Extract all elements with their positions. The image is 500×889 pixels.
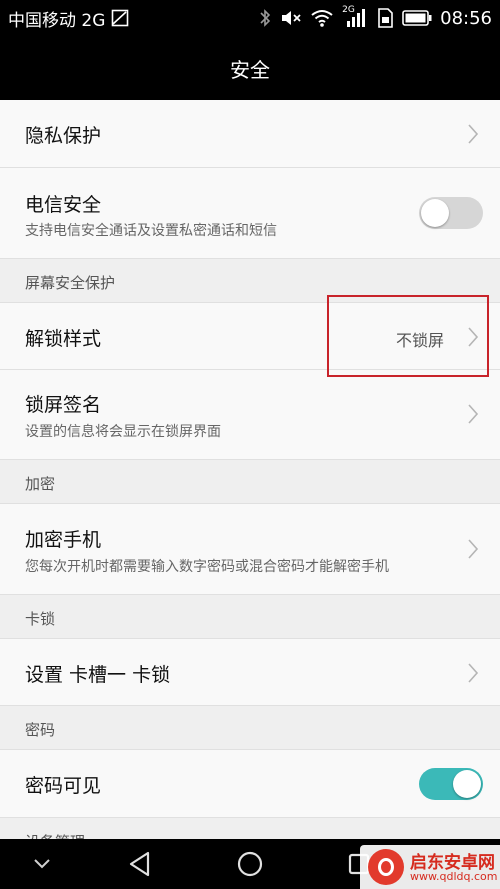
section-title: 加密 <box>25 475 56 493</box>
chevron-right-icon <box>468 539 479 559</box>
password-visible-label: 密码可见 <box>25 775 102 797</box>
chevron-right-icon <box>468 327 479 347</box>
chevron-right-icon <box>468 124 479 144</box>
encrypt-phone-label: 加密手机 <box>25 529 102 551</box>
unlock-style-item[interactable]: 解锁样式 不锁屏 <box>0 303 500 370</box>
carrier-label: 中国移动 2G <box>8 10 106 31</box>
section-header-device-admin: 设备管理 <box>0 818 500 839</box>
battery-icon <box>402 10 432 26</box>
watermark-logo: 启东安卓网 www.qdldq.com <box>360 845 500 889</box>
back-icon[interactable] <box>127 850 153 878</box>
privacy-protection-label: 隐私保护 <box>25 125 102 147</box>
watermark-logo-icon <box>368 849 404 885</box>
lock-screen-signature-item[interactable]: 锁屏签名 设置的信息将会显示在锁屏界面 <box>0 370 500 460</box>
encrypt-phone-subtitle: 您每次开机时都需要输入数字密码或混合密码才能解密手机 <box>25 559 389 575</box>
status-bar: 中国移动 2G 2G 08:56 <box>0 0 500 36</box>
home-icon[interactable] <box>236 850 264 878</box>
sim1-lock-item[interactable]: 设置 卡槽一 卡锁 <box>0 639 500 706</box>
signal-group: 2G <box>342 5 368 29</box>
telecom-security-item[interactable]: 电信安全 支持电信安全通话及设置私密通话和短信 <box>0 168 500 259</box>
section-title: 屏幕安全保护 <box>25 274 116 292</box>
signal-icon <box>347 9 366 27</box>
section-header-password: 密码 <box>0 706 500 750</box>
sim-icon <box>378 8 393 28</box>
section-title: 设备管理 <box>25 831 85 839</box>
telecom-security-label: 电信安全 <box>25 194 102 216</box>
section-header-encryption: 加密 <box>0 460 500 504</box>
section-header-screen-security: 屏幕安全保护 <box>0 259 500 303</box>
page-title: 安全 <box>230 57 270 82</box>
telecom-security-toggle[interactable] <box>419 197 483 229</box>
mute-icon <box>282 11 301 25</box>
sim1-lock-label: 设置 卡槽一 卡锁 <box>25 664 171 686</box>
encrypt-phone-item[interactable]: 加密手机 您每次开机时都需要输入数字密码或混合密码才能解密手机 <box>0 504 500 595</box>
password-visible-item[interactable]: 密码可见 <box>0 750 500 818</box>
password-visible-toggle[interactable] <box>419 768 483 800</box>
lock-screen-signature-label: 锁屏签名 <box>25 394 102 416</box>
watermark-url: www.qdldq.com <box>410 870 498 883</box>
status-left: 中国移动 2G <box>8 0 129 36</box>
status-right: 2G 08:56 <box>258 0 492 36</box>
bluetooth-icon <box>260 9 271 27</box>
clock: 08:56 <box>440 7 492 29</box>
toggle-knob <box>453 770 481 798</box>
telecom-security-subtitle: 支持电信安全通话及设置私密通话和短信 <box>25 223 277 239</box>
section-title: 密码 <box>25 721 56 739</box>
unlock-style-label: 解锁样式 <box>25 328 102 350</box>
chevron-right-icon <box>468 663 479 683</box>
chevron-down-icon[interactable] <box>32 857 52 871</box>
lock-screen-signature-subtitle: 设置的信息将会显示在锁屏界面 <box>25 424 221 440</box>
privacy-protection-item[interactable]: 隐私保护 <box>0 100 500 168</box>
unlock-style-value: 不锁屏 <box>395 331 444 350</box>
section-title: 卡锁 <box>25 610 56 628</box>
toggle-knob <box>421 199 449 227</box>
settings-list[interactable]: 隐私保护 电信安全 支持电信安全通话及设置私密通话和短信 屏幕安全保护 解锁样式… <box>0 100 500 839</box>
app-bar: 安全 <box>0 36 500 100</box>
wifi-icon <box>311 10 333 27</box>
chevron-right-icon <box>468 404 479 424</box>
section-header-sim-lock: 卡锁 <box>0 595 500 639</box>
image-icon <box>112 9 129 27</box>
